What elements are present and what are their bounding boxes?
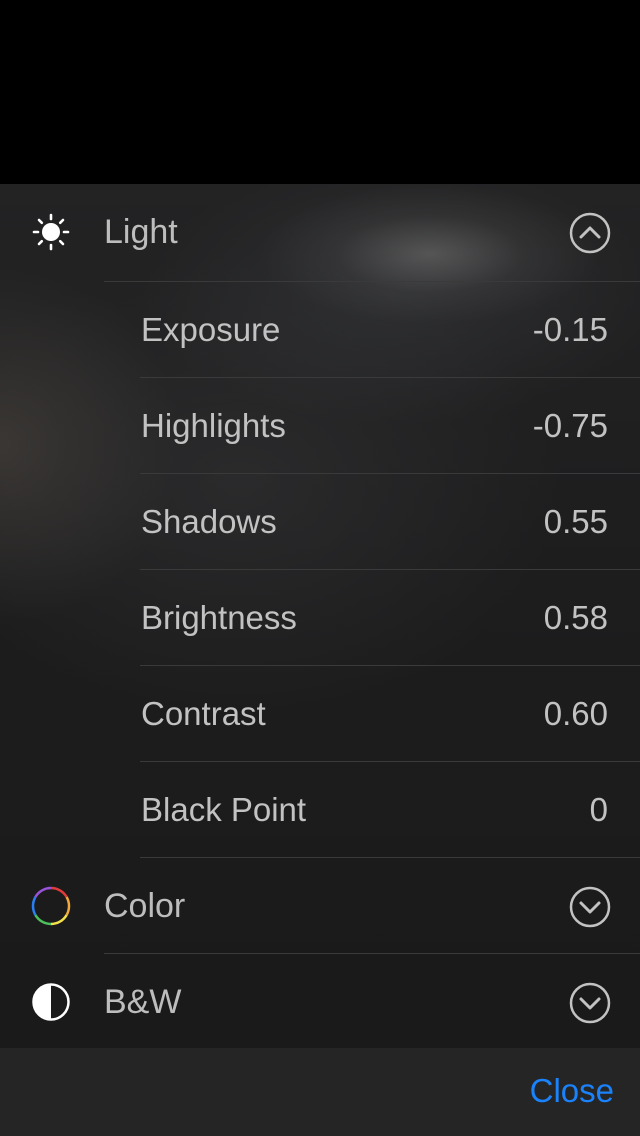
section-color-label: Color: [104, 887, 186, 925]
section-light[interactable]: Light: [0, 184, 640, 280]
chevron-down-icon[interactable]: [569, 982, 611, 1024]
adjustment-label: Exposure: [141, 311, 281, 348]
adjustment-row-contrast[interactable]: Contrast 0.60: [0, 666, 640, 762]
adjustment-value: -0.15: [532, 311, 608, 348]
adjustment-value: 0: [589, 791, 608, 828]
adjustment-row-black-point[interactable]: Black Point 0: [0, 762, 640, 858]
adjustment-row-brightness[interactable]: Brightness 0.58: [0, 570, 640, 666]
adjustment-label: Black Point: [141, 791, 307, 828]
half-circle-icon: [32, 983, 70, 1021]
chevron-up-icon[interactable]: [569, 212, 611, 254]
adjustments-panel: Light Exposure -0.15 Highlights -0.75 Sh…: [0, 184, 640, 1048]
adjustment-value: 0.55: [543, 503, 608, 540]
section-light-label: Light: [104, 213, 178, 251]
adjustment-label: Highlights: [141, 407, 286, 444]
section-bw-label: B&W: [104, 983, 182, 1021]
adjustment-row-highlights[interactable]: Highlights -0.75: [0, 378, 640, 474]
section-color[interactable]: Color: [0, 858, 640, 954]
adjustment-row-shadows[interactable]: Shadows 0.55: [0, 474, 640, 570]
adjustment-label: Shadows: [141, 503, 277, 540]
section-bw[interactable]: B&W: [0, 954, 640, 1048]
chevron-down-icon[interactable]: [569, 886, 611, 928]
adjustment-value: -0.75: [532, 407, 608, 444]
adjustment-row-exposure[interactable]: Exposure -0.15: [0, 282, 640, 378]
adjustment-value: 0.60: [543, 695, 608, 732]
adjustment-label: Contrast: [141, 695, 266, 732]
adjustment-value: 0.58: [543, 599, 608, 636]
sun-icon: [32, 213, 70, 251]
photo-area: [0, 0, 640, 184]
close-button[interactable]: Close: [530, 1048, 614, 1136]
adjustment-label: Brightness: [141, 599, 297, 636]
footer-bar: Close: [0, 1048, 640, 1136]
color-wheel-icon: [31, 886, 71, 926]
